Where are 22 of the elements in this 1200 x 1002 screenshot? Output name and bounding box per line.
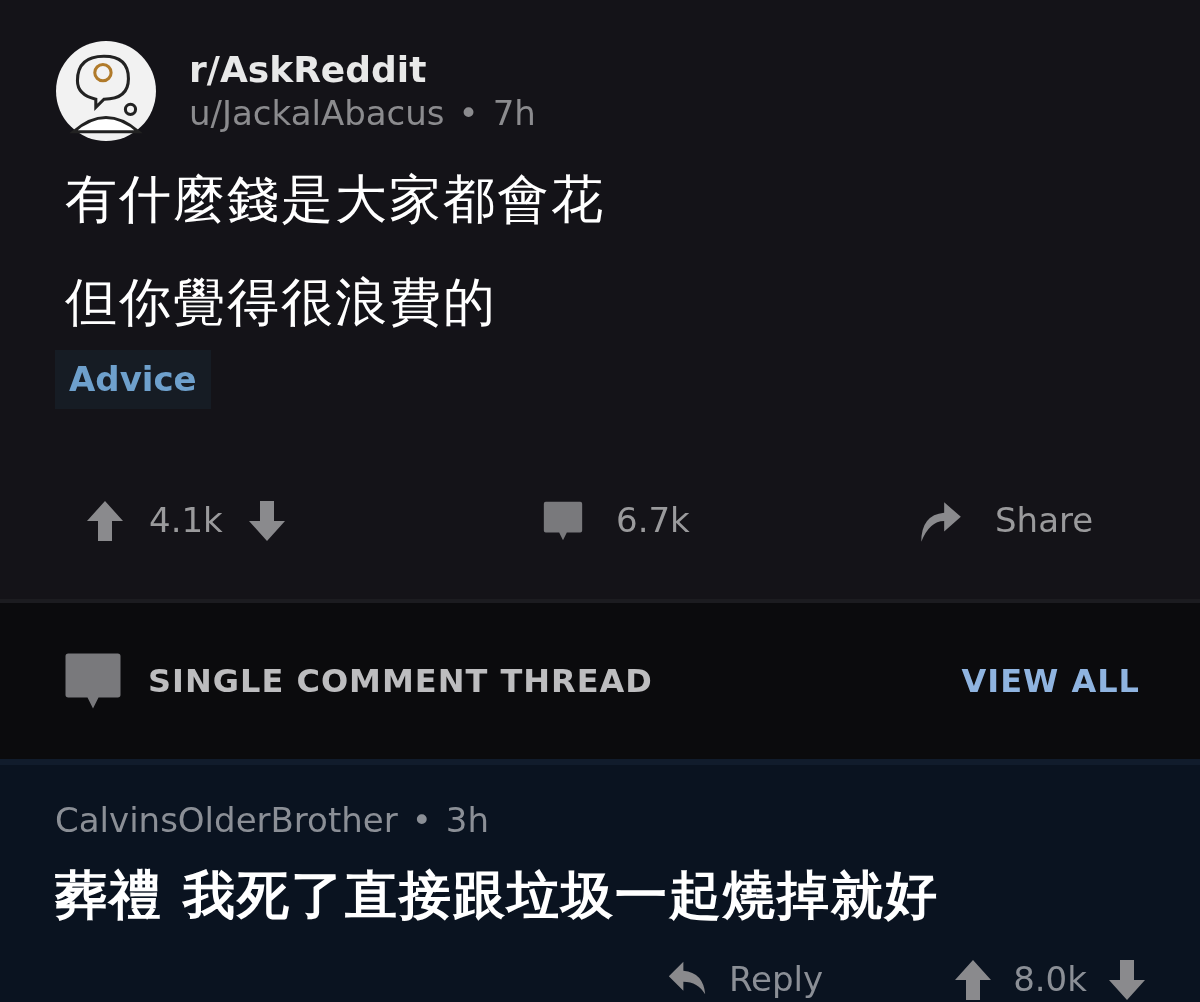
comment-age: 3h	[445, 799, 489, 842]
upvote-icon[interactable]	[953, 958, 994, 1002]
post-age: 7h	[492, 92, 536, 135]
comment-author[interactable]: CalvinsOlderBrother	[55, 795, 398, 846]
separator-dot: •	[458, 92, 479, 135]
share-button[interactable]: Share	[915, 495, 1094, 547]
downvote-icon[interactable]	[1106, 958, 1147, 1002]
vote-count: 8.0k	[1013, 958, 1087, 1001]
post-title-line: 有什麼錢是大家都會花	[65, 168, 606, 231]
subreddit-avatar[interactable]	[55, 40, 157, 142]
post-author[interactable]: u/JackalAbacus	[189, 92, 445, 135]
downvote-icon[interactable]	[246, 498, 287, 543]
comment-count[interactable]: 6.7k	[616, 495, 690, 547]
thread-label: SINGLE COMMENT THREAD	[148, 661, 653, 703]
vote-count: 4.1k	[149, 499, 223, 543]
view-all-link[interactable]: VIEW ALL	[961, 657, 1140, 706]
reply-button[interactable]: Reply	[665, 958, 824, 1001]
separator-dot: •	[411, 799, 432, 842]
flair-tag[interactable]: Advice	[55, 350, 211, 410]
comment-body: 葬禮 我死了直接跟垃圾一起燒掉就好	[55, 864, 941, 927]
subreddit-name[interactable]: r/AskReddit	[189, 47, 536, 93]
post-title-line: 但你覺得很浪費的	[65, 271, 498, 335]
